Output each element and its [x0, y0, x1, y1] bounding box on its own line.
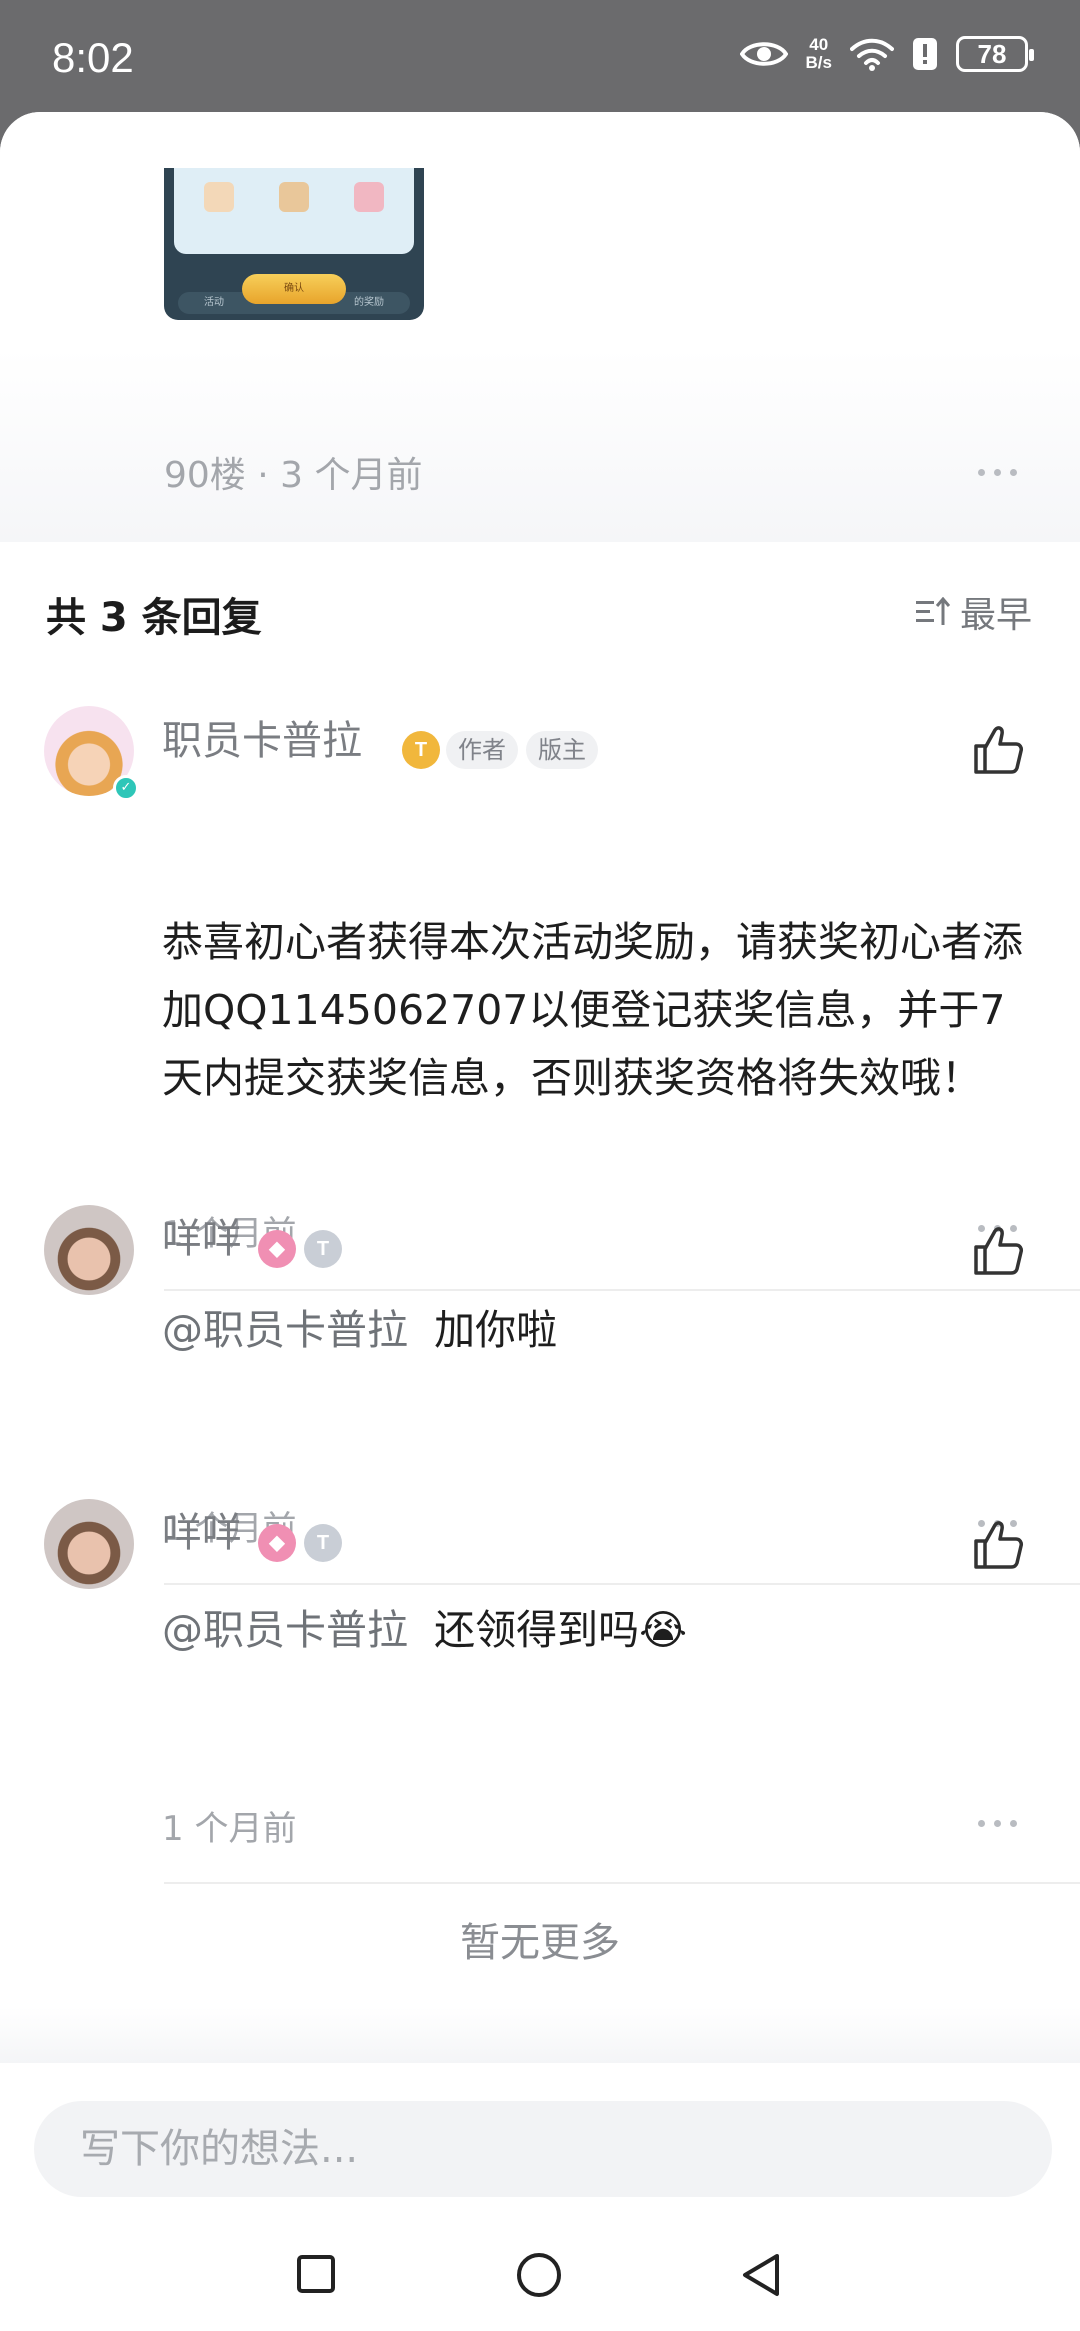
divider	[164, 1289, 1080, 1291]
reward-item-image	[279, 182, 309, 212]
replies-sheet: 活动 的奖励 确认 90楼 · 3 个月前 共 3 条回复 最早 ✓ 职员卡普拉…	[0, 112, 1080, 2331]
reply-content: @职员卡普拉 加你啦	[162, 1296, 1042, 1364]
medal-icon: ◆	[258, 1230, 296, 1268]
reply-content: @职员卡普拉 还领得到吗😭	[162, 1596, 1042, 1664]
home-icon[interactable]	[516, 2252, 562, 2298]
more-options-icon[interactable]	[978, 1820, 1017, 1827]
divider	[164, 1583, 1080, 1585]
thumbs-up-icon[interactable]	[970, 1517, 1026, 1573]
reply-content: 恭喜初心者获得本次活动奖励，请获奖初心者添加QQ1145062707以便登记获奖…	[162, 918, 1023, 1102]
battery-icon: 78	[956, 36, 1034, 72]
floor-meta: 90楼 · 3 个月前	[164, 455, 423, 496]
status-bar: 8:02 40 B/s 78	[0, 0, 1080, 116]
mention-link[interactable]: @职员卡普拉	[162, 1306, 408, 1354]
avatar[interactable]	[44, 1205, 134, 1295]
reply-text: 还领得到吗😭	[434, 1606, 687, 1654]
divider	[164, 1882, 1080, 1884]
reply-author[interactable]: 咩咩	[162, 1500, 242, 1558]
thumbnail-tab-right: 的奖励	[354, 297, 384, 308]
back-icon[interactable]	[740, 2252, 782, 2298]
parent-post: 活动 的奖励 确认 90楼 · 3 个月前	[0, 112, 1080, 542]
level-badge-icon: T	[402, 731, 440, 769]
network-speed-value: 40	[809, 35, 829, 54]
system-nav-bar	[0, 2208, 1080, 2331]
eye-icon	[739, 42, 788, 66]
more-options-icon[interactable]	[978, 469, 1017, 476]
sort-button[interactable]: 最早	[915, 586, 1032, 638]
post-image-thumbnail[interactable]: 活动 的奖励 确认	[164, 168, 424, 320]
sort-icon	[915, 597, 950, 625]
wifi-icon	[850, 38, 894, 71]
list-bottom-fade	[0, 2007, 1080, 2063]
thumbs-up-icon[interactable]	[970, 722, 1026, 778]
thumbnail-confirm-button: 确认	[242, 274, 346, 304]
level-badge-icon: T	[304, 1230, 342, 1268]
verified-icon: ✓	[113, 775, 139, 801]
moderator-tag: 版主	[526, 731, 598, 769]
reward-item-image	[204, 182, 234, 212]
mention-link[interactable]: @职员卡普拉	[162, 1606, 408, 1654]
reply-time: 1 个月前	[162, 1809, 297, 1849]
replies-count-title: 共 3 条回复	[46, 595, 262, 641]
reply-text: 加你啦	[434, 1306, 558, 1354]
comment-input[interactable]: 写下你的想法...	[34, 2101, 1052, 2197]
status-time: 8:02	[52, 34, 134, 81]
thumbnail-tab-left: 活动	[204, 297, 224, 308]
status-icons: 40 B/s 78	[739, 36, 1034, 72]
reward-item-image	[354, 182, 384, 212]
alert-icon	[913, 38, 937, 70]
reply-author[interactable]: 咩咩	[162, 1206, 242, 1264]
thumbnail-reward-card	[174, 168, 414, 254]
no-more-label: 暂无更多	[460, 1920, 620, 1966]
level-badge-icon: T	[304, 1524, 342, 1562]
reply-author[interactable]: 职员卡普拉	[162, 708, 362, 766]
sort-label: 最早	[959, 595, 1032, 636]
network-speed: 40 B/s	[806, 36, 832, 72]
recents-icon[interactable]	[296, 2254, 336, 2294]
medal-icon: ◆	[258, 1524, 296, 1562]
thumbs-up-icon[interactable]	[970, 1223, 1026, 1279]
network-speed-unit: B/s	[805, 53, 832, 72]
avatar[interactable]	[44, 1499, 134, 1589]
author-tag: 作者	[446, 731, 518, 769]
